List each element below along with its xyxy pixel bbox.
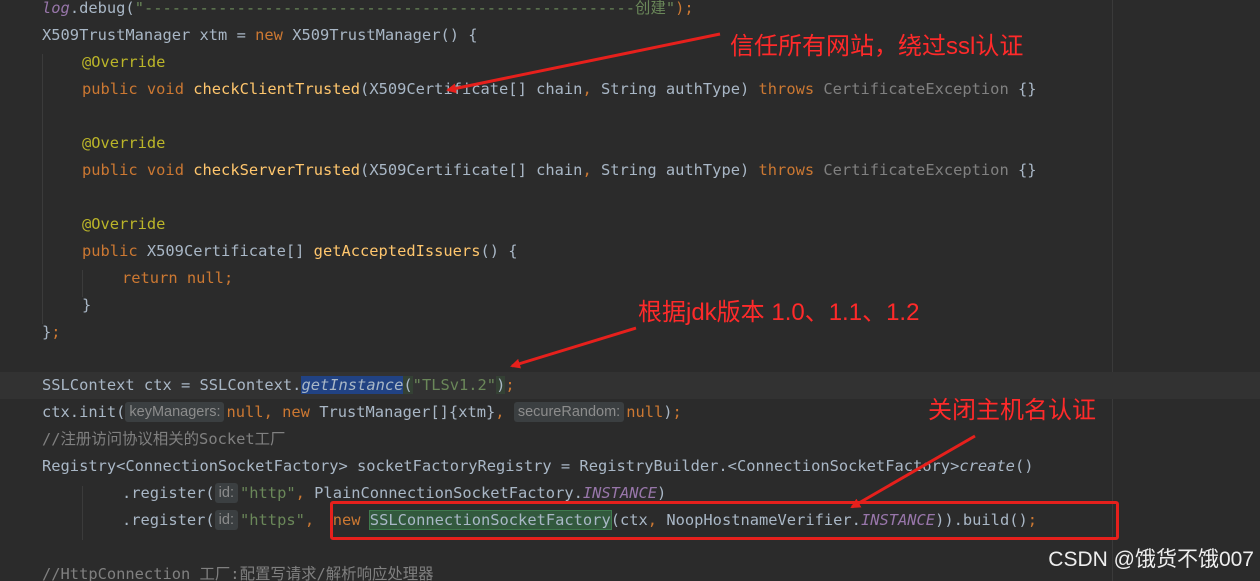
comma: , bbox=[304, 511, 315, 529]
code-text: ) bbox=[663, 403, 673, 421]
code-text: String authType) bbox=[591, 80, 759, 98]
parameter-hint: secureRandom: bbox=[513, 402, 625, 422]
string-literal: "https" bbox=[240, 511, 305, 529]
code-text: SSLContext ctx = SSLContext. bbox=[42, 376, 302, 394]
string-literal: "http" bbox=[240, 484, 296, 502]
code-text: (X509Certificate[] chain bbox=[360, 161, 583, 179]
annotation-jdk-version: 根据jdk版本 1.0、1.1、1.2 bbox=[638, 299, 920, 326]
code-line: }; bbox=[0, 319, 1260, 346]
code-line: log.debug("-----------------------------… bbox=[0, 0, 1260, 22]
keyword: new bbox=[255, 26, 283, 44]
code-text: } bbox=[42, 323, 52, 341]
code-text: String authType) bbox=[591, 161, 759, 179]
code-line: return null; bbox=[0, 265, 1260, 292]
keyword: void bbox=[146, 161, 184, 179]
code-line: @Override bbox=[0, 49, 1260, 76]
code-editor[interactable]: log.debug("-----------------------------… bbox=[0, 0, 1260, 581]
code-text: {} bbox=[1008, 161, 1037, 179]
semicolon: ; bbox=[505, 376, 515, 394]
highlight-box bbox=[330, 501, 1119, 540]
code-line: //注册访问协议相关的Socket工厂 bbox=[0, 426, 1260, 453]
method-name: getAcceptedIssuers bbox=[313, 242, 481, 260]
code-text: {} bbox=[1008, 80, 1037, 98]
annotation-hostname: 关闭主机名认证 bbox=[928, 397, 1096, 424]
code-line-current: SSLContext ctx = SSLContext.getInstance(… bbox=[0, 372, 1260, 399]
code-text: (X509Certificate[] chain bbox=[360, 80, 583, 98]
keyword: new bbox=[282, 403, 310, 421]
method-name: checkClientTrusted bbox=[193, 80, 361, 98]
code-line: public void checkServerTrusted(X509Certi… bbox=[0, 157, 1260, 184]
code-comment: //HttpConnection 工厂:配置写请求/解析响应处理器 bbox=[42, 565, 434, 581]
keyword: null bbox=[177, 269, 224, 287]
code-text: ) bbox=[657, 484, 667, 502]
exception-type: CertificateException bbox=[814, 80, 1009, 98]
code-text: PlainConnectionSocketFactory. bbox=[304, 484, 583, 502]
keyword: public bbox=[82, 80, 138, 98]
code-text: X509TrustManager() { bbox=[282, 26, 478, 44]
code-line: X509TrustManager xtm = new X509TrustMana… bbox=[0, 22, 1260, 49]
code-text: ) bbox=[496, 376, 506, 394]
annotation-override: @Override bbox=[82, 53, 166, 71]
log-field: log bbox=[42, 0, 70, 17]
keyword: throws bbox=[758, 80, 815, 98]
code-text: () { bbox=[480, 242, 518, 260]
parameter-hint: keyManagers: bbox=[125, 402, 225, 422]
code-line: } bbox=[0, 292, 1260, 319]
semicolon: ; bbox=[223, 269, 234, 287]
code-text: X509Certificate[] bbox=[137, 242, 314, 260]
code-text: ctx.init( bbox=[42, 403, 126, 421]
keyword: throws bbox=[758, 161, 815, 179]
keyword: return bbox=[122, 269, 178, 287]
keyword: void bbox=[146, 80, 184, 98]
keyword: null bbox=[226, 403, 264, 421]
code-line: Registry<ConnectionSocketFactory> socket… bbox=[0, 453, 1260, 480]
code-text: TrustManager[]{xtm} bbox=[309, 403, 496, 421]
string-literal: "---------------------------------------… bbox=[134, 0, 676, 17]
code-text: Registry<ConnectionSocketFactory> socket… bbox=[42, 457, 960, 475]
annotation-override: @Override bbox=[82, 215, 166, 233]
code-text: .debug( bbox=[69, 0, 135, 17]
code-text: .register( bbox=[122, 484, 215, 502]
string-literal: "TLSv1.2" bbox=[412, 376, 497, 394]
comma: , bbox=[582, 161, 592, 179]
comma: , bbox=[263, 403, 273, 421]
code-line: public void checkClientTrusted(X509Certi… bbox=[0, 76, 1260, 103]
code-line: @Override bbox=[0, 211, 1260, 238]
code-text: () bbox=[1014, 457, 1034, 475]
code-text: ); bbox=[675, 0, 694, 17]
selected-method-call[interactable]: getInstance bbox=[301, 376, 404, 394]
code-text: X509TrustManager xtm = bbox=[42, 26, 256, 44]
keyword: public bbox=[82, 161, 138, 179]
annotation-trust-all: 信任所有网站，绕过ssl认证 bbox=[730, 33, 1024, 60]
parameter-hint: id: bbox=[214, 483, 238, 503]
code-text: .register( bbox=[122, 511, 215, 529]
method-name: checkServerTrusted bbox=[193, 161, 361, 179]
code-text: ( bbox=[403, 376, 413, 394]
csdn-watermark: CSDN @饿货不饿007 bbox=[1048, 548, 1254, 571]
comma: , bbox=[495, 403, 505, 421]
semicolon: ; bbox=[51, 323, 61, 341]
code-text: } bbox=[82, 296, 92, 314]
keyword: null bbox=[626, 403, 664, 421]
code-line: @Override bbox=[0, 130, 1260, 157]
semicolon: ; bbox=[672, 403, 682, 421]
exception-type: CertificateException bbox=[814, 161, 1009, 179]
parameter-hint: id: bbox=[214, 510, 238, 530]
comma: , bbox=[295, 484, 305, 502]
static-field: INSTANCE bbox=[582, 484, 658, 502]
code-comment: //注册访问协议相关的Socket工厂 bbox=[42, 430, 286, 448]
annotation-override: @Override bbox=[82, 134, 166, 152]
code-line: public X509Certificate[] getAcceptedIssu… bbox=[0, 238, 1260, 265]
keyword: public bbox=[82, 242, 138, 260]
comma: , bbox=[582, 80, 592, 98]
static-method-call: create bbox=[959, 457, 1015, 475]
